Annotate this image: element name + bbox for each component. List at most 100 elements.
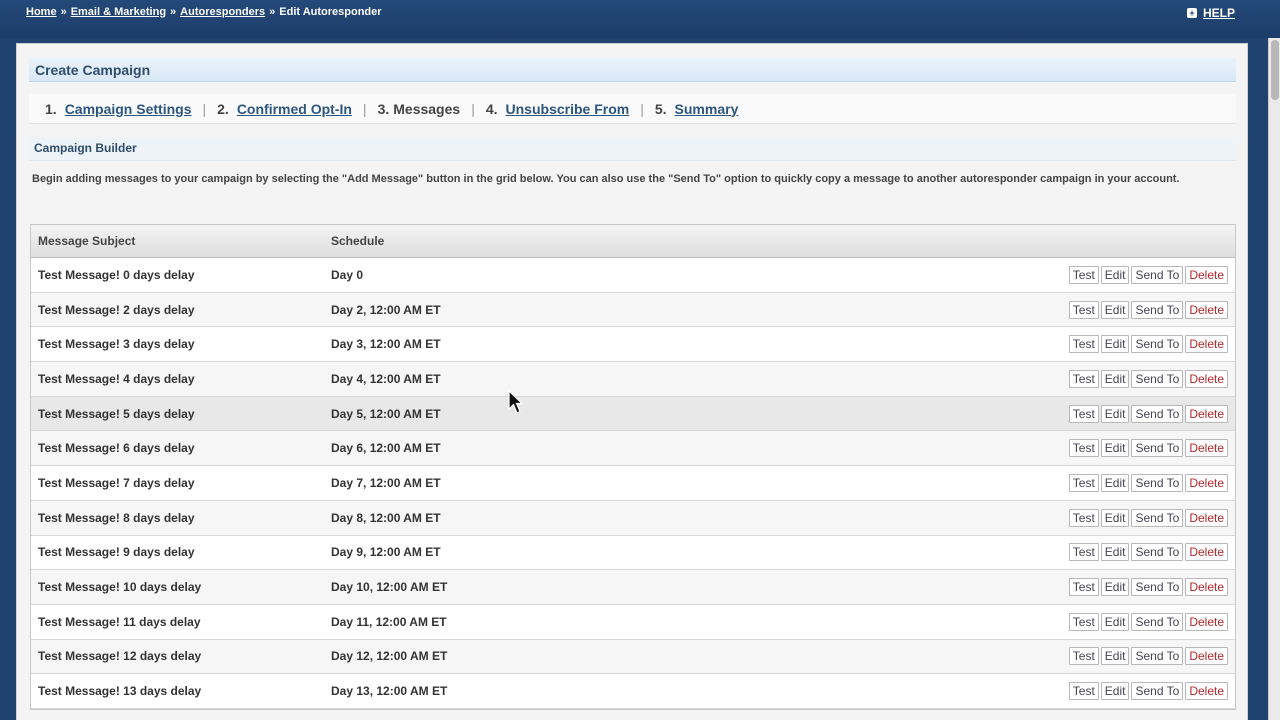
page-scrollbar[interactable] bbox=[1268, 38, 1280, 720]
step-summary[interactable]: 5. Summary bbox=[655, 101, 739, 117]
help-link[interactable]: + HELP bbox=[1186, 6, 1235, 20]
edit-button[interactable]: Edit bbox=[1100, 473, 1130, 492]
send-to-button[interactable]: Send To bbox=[1131, 682, 1184, 701]
step-messages: 3. Messages bbox=[378, 101, 461, 117]
scrollbar-thumb[interactable] bbox=[1271, 40, 1279, 100]
table-row: Test Message! 7 days delay Day 7, 12:00 A… bbox=[31, 466, 1235, 501]
delete-button[interactable]: Delete bbox=[1185, 682, 1228, 701]
row-actions: Test Edit Send To Delete bbox=[1068, 473, 1228, 492]
test-button[interactable]: Test bbox=[1068, 335, 1099, 354]
edit-button[interactable]: Edit bbox=[1100, 335, 1130, 354]
delete-button[interactable]: Delete bbox=[1185, 543, 1228, 562]
edit-button[interactable]: Edit bbox=[1100, 682, 1130, 701]
delete-button[interactable]: Delete bbox=[1185, 508, 1228, 527]
send-to-button[interactable]: Send To bbox=[1131, 369, 1184, 388]
send-to-button[interactable]: Send To bbox=[1131, 265, 1184, 284]
send-to-button[interactable]: Send To bbox=[1131, 508, 1184, 527]
edit-button[interactable]: Edit bbox=[1100, 578, 1130, 597]
send-to-button[interactable]: Send To bbox=[1131, 473, 1184, 492]
message-subject: Test Message! 12 days delay bbox=[38, 649, 202, 664]
edit-button[interactable]: Edit bbox=[1100, 300, 1130, 319]
table-row: Test Message! 10 days delay Day 10, 12:00… bbox=[31, 570, 1235, 605]
table-row: Test Message! 8 days delay Day 8, 12:00 A… bbox=[31, 500, 1235, 536]
edit-button[interactable]: Edit bbox=[1100, 612, 1130, 631]
top-bar: Home» Email & Marketing» Autoresponders» Ed… bbox=[0, 0, 1280, 38]
table-row: Test Message! 13 days delay Day 13, 12:00… bbox=[31, 674, 1235, 709]
step-unsubscribe-from[interactable]: 4. Unsubscribe From bbox=[486, 101, 629, 117]
message-schedule: Day 11, 12:00 AM ET bbox=[331, 614, 447, 629]
edit-button[interactable]: Edit bbox=[1100, 543, 1130, 562]
delete-button[interactable]: Delete bbox=[1185, 265, 1228, 284]
send-to-button[interactable]: Send To bbox=[1131, 612, 1184, 631]
test-button[interactable]: Test bbox=[1068, 543, 1099, 562]
breadcrumb-separator: » bbox=[60, 6, 67, 18]
edit-button[interactable]: Edit bbox=[1100, 439, 1130, 458]
test-button[interactable]: Test bbox=[1068, 578, 1099, 597]
send-to-button[interactable]: Send To bbox=[1131, 335, 1184, 354]
test-button[interactable]: Test bbox=[1068, 508, 1099, 527]
delete-button[interactable]: Delete bbox=[1185, 369, 1228, 388]
step-link[interactable]: Summary bbox=[675, 101, 739, 117]
message-subject: Test Message! 10 days delay bbox=[38, 580, 202, 595]
test-button[interactable]: Test bbox=[1068, 300, 1099, 319]
delete-button[interactable]: Delete bbox=[1185, 578, 1228, 597]
delete-button[interactable]: Delete bbox=[1185, 300, 1228, 319]
test-button[interactable]: Test bbox=[1068, 265, 1099, 284]
edit-button[interactable]: Edit bbox=[1100, 647, 1130, 666]
breadcrumb-home[interactable]: Home bbox=[26, 6, 57, 18]
message-subject: Test Message! 8 days delay bbox=[38, 510, 195, 525]
message-subject: Test Message! 3 days delay bbox=[38, 337, 195, 352]
step-link[interactable]: Unsubscribe From bbox=[506, 101, 630, 117]
header-message-subject[interactable]: Message Subject bbox=[31, 234, 331, 248]
delete-button[interactable]: Delete bbox=[1185, 439, 1228, 458]
breadcrumb-current: Edit Autoresponder bbox=[279, 6, 382, 18]
step-link[interactable]: Confirmed Opt-In bbox=[237, 101, 352, 117]
test-button[interactable]: Test bbox=[1068, 439, 1099, 458]
test-button[interactable]: Test bbox=[1068, 473, 1099, 492]
breadcrumb-autoresponders[interactable]: Autoresponders bbox=[180, 6, 265, 18]
page-title: Create Campaign bbox=[29, 58, 1236, 82]
header-schedule[interactable]: Schedule bbox=[331, 234, 731, 248]
step-campaign-settings[interactable]: 1. Campaign Settings bbox=[45, 101, 191, 117]
send-to-button[interactable]: Send To bbox=[1131, 300, 1184, 319]
edit-button[interactable]: Edit bbox=[1100, 404, 1130, 423]
row-actions: Test Edit Send To Delete bbox=[1068, 439, 1228, 458]
test-button[interactable]: Test bbox=[1068, 612, 1099, 631]
message-subject: Test Message! 7 days delay bbox=[38, 475, 195, 490]
row-actions: Test Edit Send To Delete bbox=[1068, 612, 1228, 631]
table-row: Test Message! 0 days delay Day 0 Test Edit S… bbox=[31, 258, 1235, 293]
test-button[interactable]: Test bbox=[1068, 647, 1099, 666]
delete-button[interactable]: Delete bbox=[1185, 473, 1228, 492]
delete-button[interactable]: Delete bbox=[1185, 647, 1228, 666]
message-schedule: Day 0 bbox=[331, 267, 364, 282]
message-schedule: Day 4, 12:00 AM ET bbox=[331, 371, 441, 386]
delete-button[interactable]: Delete bbox=[1185, 612, 1228, 631]
edit-button[interactable]: Edit bbox=[1100, 369, 1130, 388]
test-button[interactable]: Test bbox=[1068, 369, 1099, 388]
send-to-button[interactable]: Send To bbox=[1131, 543, 1184, 562]
send-to-button[interactable]: Send To bbox=[1131, 439, 1184, 458]
breadcrumb-email-marketing[interactable]: Email & Marketing bbox=[71, 6, 166, 18]
delete-button[interactable]: Delete bbox=[1185, 335, 1228, 354]
grid-header: Message Subject Schedule bbox=[31, 225, 1235, 258]
step-link[interactable]: Campaign Settings bbox=[65, 101, 192, 117]
send-to-button[interactable]: Send To bbox=[1131, 578, 1184, 597]
delete-button[interactable]: Delete bbox=[1185, 404, 1228, 423]
edit-button[interactable]: Edit bbox=[1100, 265, 1130, 284]
edit-button[interactable]: Edit bbox=[1100, 508, 1130, 527]
send-to-button[interactable]: Send To bbox=[1131, 404, 1184, 423]
table-row: Test Message! 2 days delay Day 2, 12:00 A… bbox=[31, 292, 1235, 328]
plus-icon: + bbox=[1186, 8, 1197, 18]
message-schedule: Day 12, 12:00 AM ET bbox=[331, 649, 448, 664]
test-button[interactable]: Test bbox=[1068, 682, 1099, 701]
campaign-builder-title: Campaign Builder bbox=[29, 137, 1236, 161]
step-confirmed-opt-in[interactable]: 2. Confirmed Opt-In bbox=[217, 101, 352, 117]
grid-body: Test Message! 0 days delay Day 0 Test Edit S… bbox=[31, 258, 1235, 709]
message-schedule: Day 9, 12:00 AM ET bbox=[331, 545, 441, 560]
test-button[interactable]: Test bbox=[1068, 404, 1099, 423]
row-actions: Test Edit Send To Delete bbox=[1068, 543, 1228, 562]
table-row: Test Message! 11 days delay Day 11, 12:00… bbox=[31, 605, 1235, 640]
send-to-button[interactable]: Send To bbox=[1131, 647, 1184, 666]
message-subject: Test Message! 6 days delay bbox=[38, 441, 195, 456]
breadcrumb-separator: » bbox=[269, 6, 276, 18]
